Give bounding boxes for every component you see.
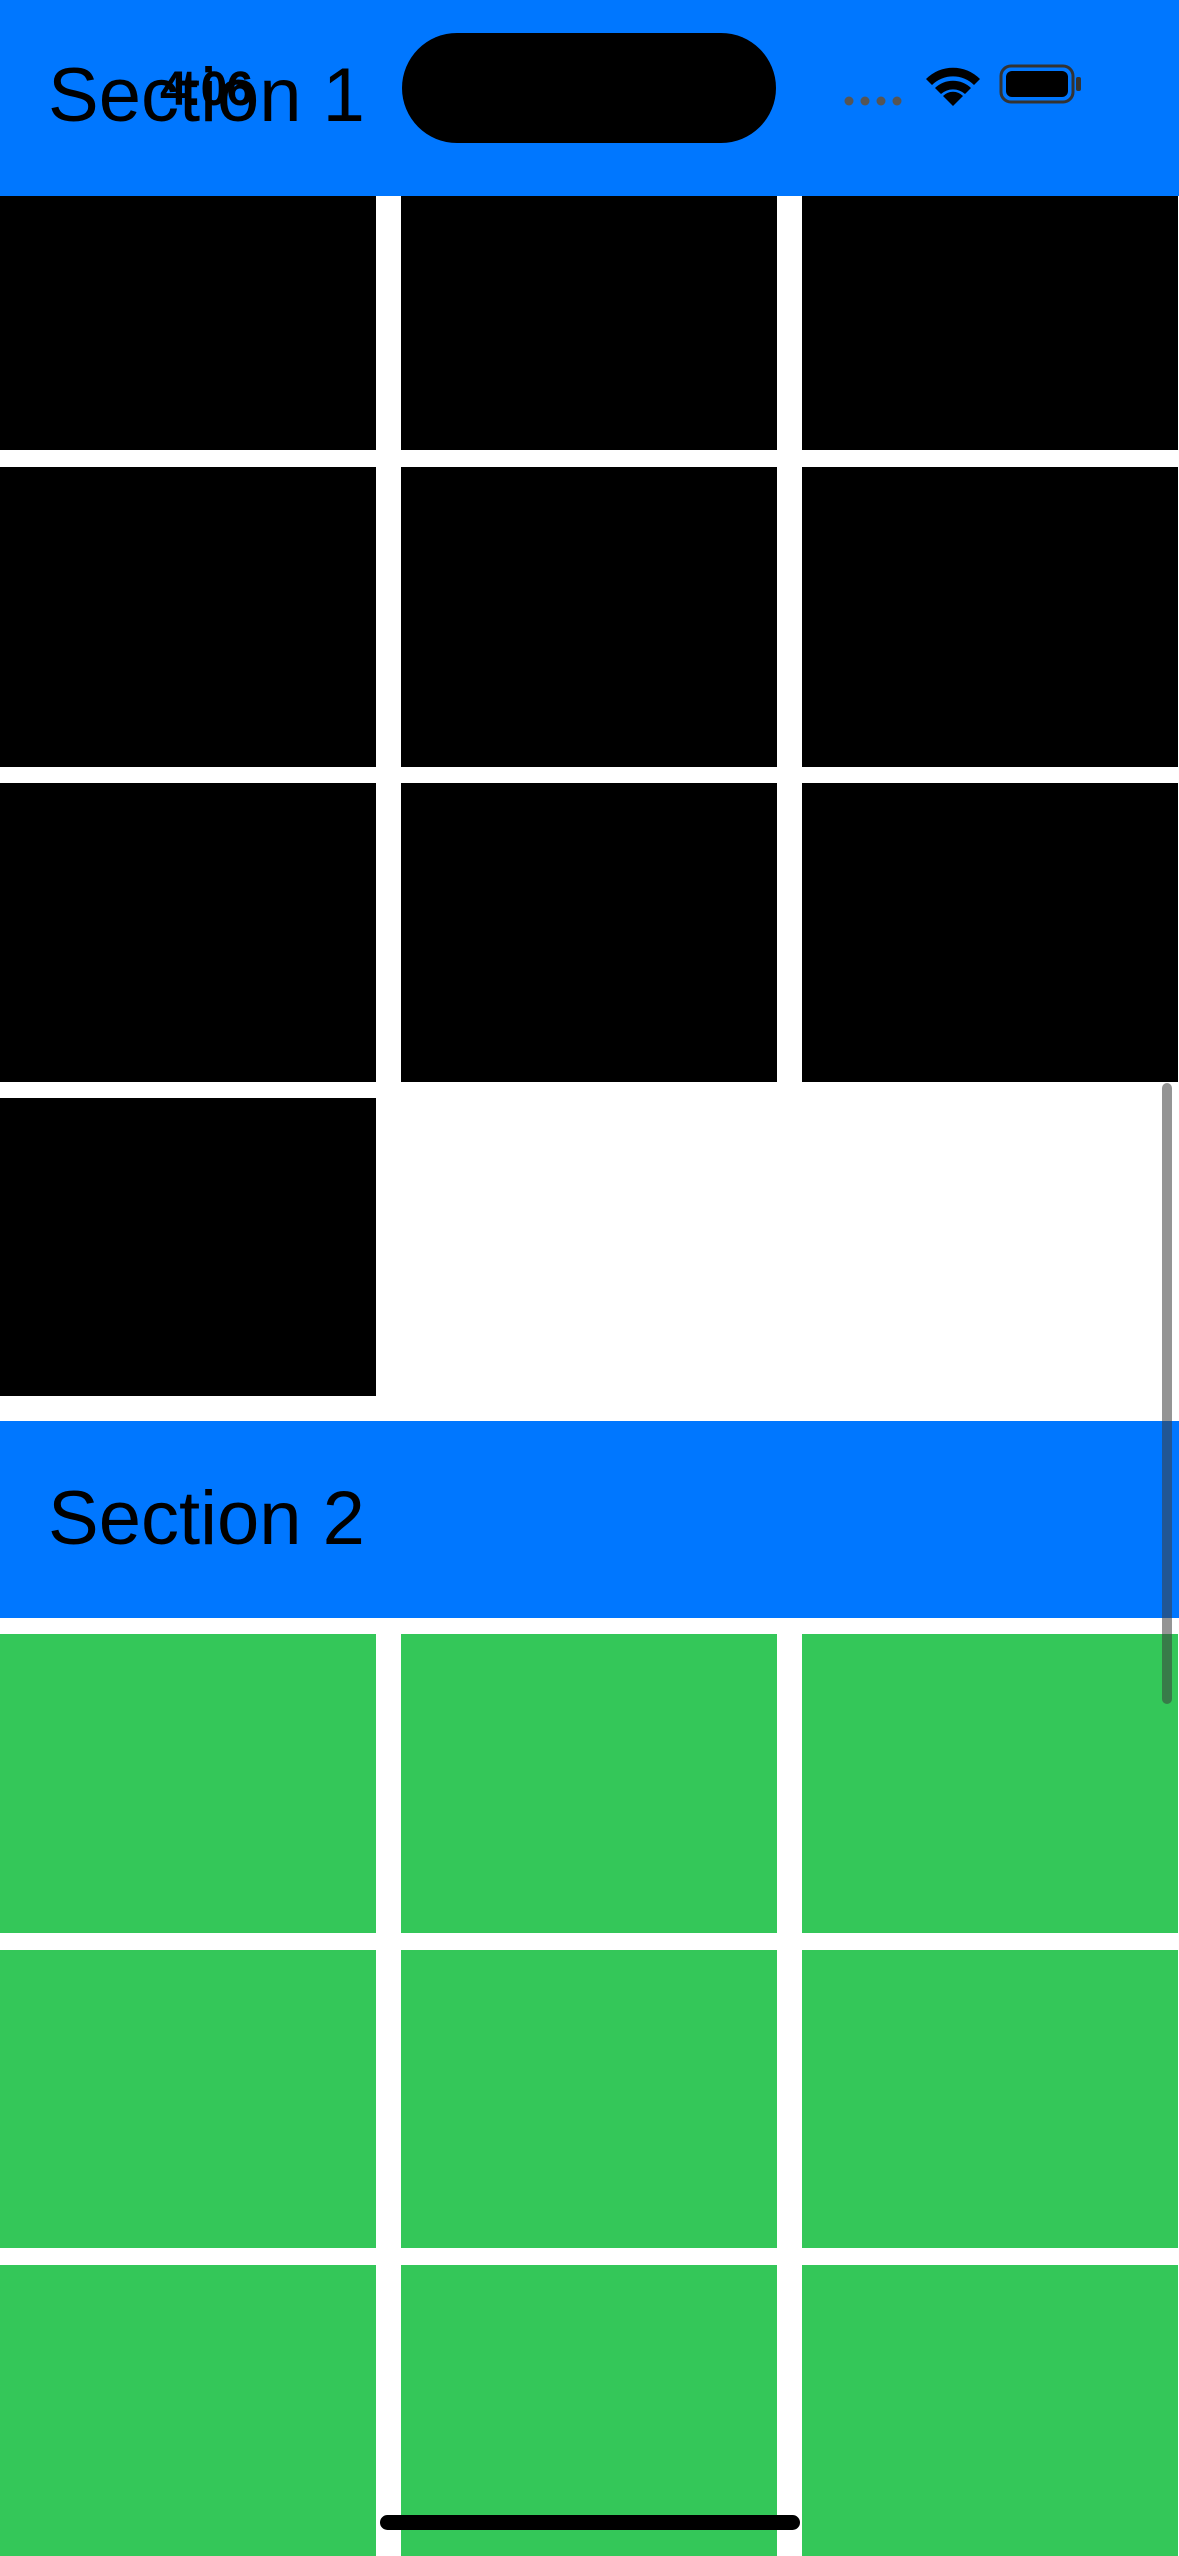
vertical-scrollbar[interactable]: [1162, 1083, 1172, 1704]
grid-cell[interactable]: [401, 196, 777, 450]
section-header-2: Section 2: [0, 1421, 1179, 1618]
home-indicator[interactable]: [380, 2515, 800, 2530]
grid-cell[interactable]: [802, 1634, 1178, 1933]
section-title: Section 2: [48, 1476, 365, 1561]
grid-cell[interactable]: [0, 196, 376, 450]
grid-cell[interactable]: [0, 1950, 376, 2248]
wifi-icon: [926, 67, 980, 106]
grid-cell[interactable]: [401, 2265, 777, 2556]
grid-cell[interactable]: [0, 1098, 376, 1396]
status-icons: [843, 60, 1083, 116]
grid-cell[interactable]: [802, 196, 1178, 450]
grid-cell[interactable]: [401, 1634, 777, 1933]
grid-cell[interactable]: [401, 1950, 777, 2248]
grid-cell[interactable]: [0, 467, 376, 767]
cellular-signal-icon: [844, 96, 902, 106]
dynamic-island: [402, 33, 776, 143]
grid-cell[interactable]: [802, 783, 1178, 1082]
grid-cell[interactable]: [0, 1634, 376, 1933]
grid-cell[interactable]: [0, 2265, 376, 2556]
grid-cell[interactable]: [401, 467, 777, 767]
grid-cell[interactable]: [802, 1950, 1178, 2248]
grid-cell[interactable]: [802, 467, 1178, 767]
grid-cell[interactable]: [401, 783, 777, 1082]
grid-cell[interactable]: [0, 783, 376, 1082]
status-time: 4:06: [160, 63, 253, 116]
battery-icon: [999, 64, 1081, 104]
grid-cell[interactable]: [802, 2265, 1178, 2556]
